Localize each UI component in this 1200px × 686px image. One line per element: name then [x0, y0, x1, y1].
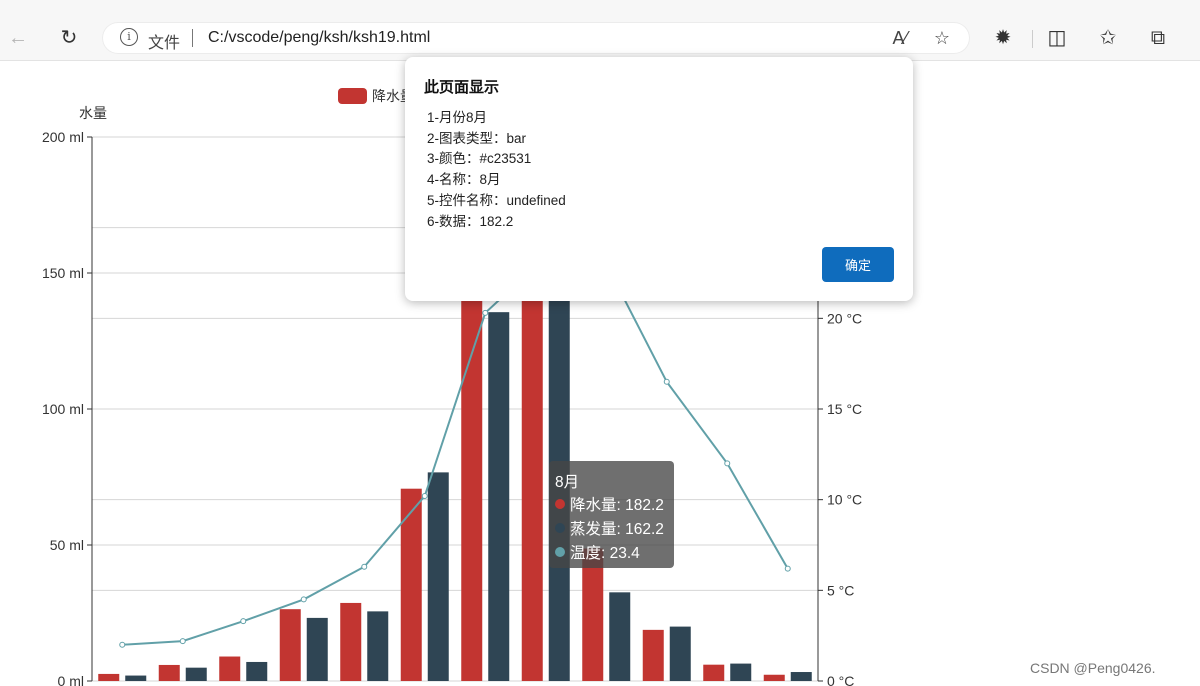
bar-precipitation	[400, 488, 422, 681]
bar-precipitation	[642, 629, 664, 681]
bar-evaporation	[730, 663, 752, 681]
back-arrow-icon[interactable]: ←	[6, 26, 30, 50]
browser-toolbar: ← ↻ i 文件 C:/vscode/peng/ksh/ksh19.html A…	[0, 0, 1200, 61]
tooltip-title: 8月	[555, 474, 580, 491]
refresh-icon[interactable]: ↻	[57, 26, 81, 50]
bar-precipitation	[98, 673, 120, 681]
dialog-line: 3-颜色：#c23531	[427, 151, 532, 167]
left-axis-title: 水量	[79, 105, 107, 121]
collections-icon[interactable]: ⧉	[1146, 26, 1170, 50]
url-text[interactable]: C:/vscode/peng/ksh/ksh19.html	[208, 29, 430, 47]
temperature-point	[663, 378, 670, 385]
address-separator	[192, 29, 193, 47]
dialog-line: 5-控件名称：undefined	[427, 192, 566, 208]
ok-button[interactable]: 确定	[822, 247, 894, 282]
alert-dialog: 此页面显示 1-月份8月 2-图表类型：bar 3-颜色：#c23531 4-名…	[405, 57, 913, 301]
right-axis-tick-label: 5 °C	[827, 582, 854, 598]
bar-precipitation	[763, 674, 785, 681]
right-axis-tick-label: 10 °C	[827, 492, 862, 508]
right-axis-tick-label: 20 °C	[827, 310, 862, 326]
temperature-point	[784, 565, 791, 572]
split-screen-icon[interactable]: ◫	[1045, 26, 1069, 50]
bar-precipitation	[279, 609, 301, 681]
tooltip-row: 降水量: 182.2	[555, 493, 664, 515]
temperature-point	[724, 460, 731, 467]
bar-evaporation	[488, 312, 510, 681]
left-axis-tick-label: 50 ml	[50, 537, 84, 553]
temperature-line	[122, 255, 789, 646]
temperature-point	[179, 638, 186, 645]
bar-evaporation	[185, 667, 207, 681]
temperature-point	[300, 596, 307, 603]
dialog-line: 6-数据：182.2	[427, 213, 514, 229]
dialog-line: 2-图表类型：bar	[427, 130, 527, 146]
bar-precipitation	[582, 548, 604, 681]
info-icon[interactable]: i	[120, 28, 138, 46]
bar-evaporation	[306, 617, 328, 681]
left-axis-tick-label: 200 ml	[42, 129, 84, 145]
bar-evaporation	[246, 661, 268, 681]
bar-evaporation	[367, 611, 389, 681]
legend-swatch-precipitation	[338, 88, 367, 104]
toolbar-divider	[1032, 30, 1033, 48]
dialog-line: 4-名称：8月	[427, 172, 501, 188]
dialog-title: 此页面显示	[424, 79, 500, 96]
extensions-icon[interactable]: ✹	[991, 26, 1015, 50]
bar-precipitation	[340, 602, 362, 681]
left-axis-tick-label: 100 ml	[42, 401, 84, 417]
dialog-line: 1-月份8月	[427, 110, 488, 125]
file-label: 文件	[148, 35, 181, 52]
tooltip-row: 蒸发量: 162.2	[555, 517, 664, 539]
dialog-message: 1-月份8月 2-图表类型：bar 3-颜色：#c23531 4-名称：8月 5…	[427, 108, 566, 232]
bar-evaporation	[609, 592, 631, 681]
bar-evaporation	[125, 675, 147, 681]
series-dot-icon	[555, 523, 565, 533]
address-bar[interactable]: i 文件 C:/vscode/peng/ksh/ksh19.html A⁄ ☆	[102, 22, 970, 54]
tooltip-row-label: 温度: 23.4	[570, 545, 640, 562]
tooltip-row-label: 降水量: 182.2	[570, 497, 664, 514]
left-axis-tick-label: 150 ml	[42, 265, 84, 281]
temperature-point	[482, 309, 489, 316]
favorites-icon[interactable]: ✩	[1096, 26, 1120, 50]
bar-precipitation	[219, 656, 241, 681]
watermark: CSDN @Peng0426.	[1030, 660, 1156, 676]
series-dot-icon	[555, 499, 565, 509]
temperature-point	[119, 641, 126, 648]
right-axis-tick-label: 0 °C	[827, 673, 854, 686]
bar-precipitation	[703, 664, 725, 681]
read-aloud-icon[interactable]: A⁄	[888, 26, 912, 50]
bar-evaporation	[427, 472, 449, 681]
series-dot-icon	[555, 547, 565, 557]
bar-precipitation	[158, 664, 180, 681]
temperature-point	[240, 618, 247, 625]
right-axis-tick-label: 15 °C	[827, 401, 862, 417]
temperature-point	[421, 493, 428, 500]
tooltip-row-label: 蒸发量: 162.2	[570, 521, 664, 538]
star-icon[interactable]: ☆	[930, 26, 954, 50]
temperature-point	[361, 563, 368, 570]
bar-evaporation	[669, 626, 691, 681]
bar-evaporation	[790, 672, 812, 681]
left-axis-tick-label: 0 ml	[58, 673, 84, 686]
tooltip-row: 温度: 23.4	[555, 541, 640, 563]
chart-tooltip: 8月 降水量: 182.2 蒸发量: 162.2 温度: 23.4	[549, 461, 674, 568]
